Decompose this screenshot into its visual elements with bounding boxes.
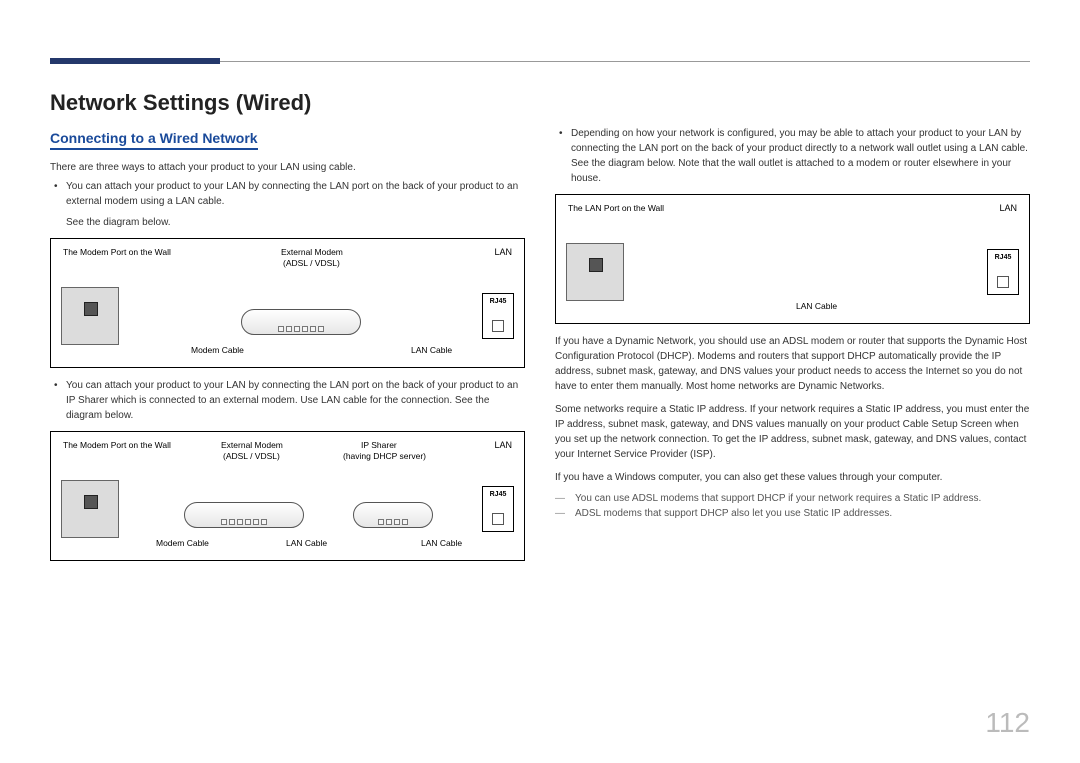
- diagram-2: The Modem Port on the Wall External Mode…: [50, 431, 525, 561]
- header-accent-bar: [50, 58, 220, 64]
- wall-plate-icon-3: [566, 243, 624, 301]
- method-list: You can attach your product to your LAN …: [50, 179, 525, 209]
- see-diagram-1: See the diagram below.: [50, 215, 525, 230]
- lan-port-icon-3: RJ45: [987, 249, 1019, 295]
- modem-icon-2: [184, 502, 304, 528]
- left-column: Network Settings (Wired) Connecting to a…: [50, 90, 525, 571]
- label-lan-2: LAN: [494, 440, 512, 450]
- label-ext-modem: External Modem: [281, 247, 343, 257]
- label-ext-modem-2: External Modem: [221, 440, 283, 450]
- label-wall-modem-2: The Modem Port on the Wall: [63, 440, 171, 450]
- ip-sharer-icon: [353, 502, 433, 528]
- wall-plate-icon-2: [61, 480, 119, 538]
- label-rj45-3: RJ45: [988, 254, 1018, 261]
- windows-paragraph: If you have a Windows computer, you can …: [555, 470, 1030, 485]
- page-title: Network Settings (Wired): [50, 90, 525, 116]
- modem-icon: [241, 309, 361, 335]
- label-lan: LAN: [494, 247, 512, 257]
- label-adsl-vdsl: (ADSL / VDSL): [283, 258, 340, 268]
- label-rj45: RJ45: [483, 298, 513, 305]
- page-number: 112: [985, 707, 1030, 739]
- label-rj45-2: RJ45: [483, 491, 513, 498]
- right-column: Depending on how your network is configu…: [555, 90, 1030, 571]
- label-ip-sharer: IP Sharer: [361, 440, 397, 450]
- label-lan-3: LAN: [999, 203, 1017, 213]
- method-2: You can attach your product to your LAN …: [66, 378, 525, 423]
- footnote-2: ADSL modems that support DHCP also let y…: [555, 508, 1030, 519]
- wall-plate-icon: [61, 287, 119, 345]
- label-modem-cable-2: Modem Cable: [156, 538, 209, 548]
- section-subtitle: Connecting to a Wired Network: [50, 130, 258, 150]
- diagram-3: The LAN Port on the Wall LAN RJ45 LAN Ca…: [555, 194, 1030, 324]
- method-list-2: You can attach your product to your LAN …: [50, 378, 525, 423]
- label-lan-cable-3: LAN Cable: [796, 301, 837, 311]
- intro-text: There are three ways to attach your prod…: [50, 160, 525, 175]
- method-3: Depending on how your network is configu…: [571, 126, 1030, 186]
- diagram-1: The Modem Port on the Wall External Mode…: [50, 238, 525, 368]
- method-1: You can attach your product to your LAN …: [66, 179, 525, 209]
- label-dhcp: (having DHCP server): [343, 451, 426, 461]
- lan-port-icon: RJ45: [482, 293, 514, 339]
- method-3-text-b: See the diagram below. Note that the wal…: [571, 158, 1011, 184]
- label-lan-cable-2b: LAN Cable: [421, 538, 462, 548]
- lan-port-icon-2: RJ45: [482, 486, 514, 532]
- label-adsl-vdsl-2: (ADSL / VDSL): [223, 451, 280, 461]
- method-list-3: Depending on how your network is configu…: [555, 126, 1030, 186]
- method-3-text: Depending on how your network is configu…: [571, 128, 1028, 154]
- label-wall-lan: The LAN Port on the Wall: [568, 203, 664, 213]
- footnote-1: You can use ADSL modems that support DHC…: [555, 493, 1030, 504]
- label-wall-modem: The Modem Port on the Wall: [63, 247, 171, 257]
- dhcp-paragraph: If you have a Dynamic Network, you shoul…: [555, 334, 1030, 394]
- header-thin-rule: [220, 61, 1030, 62]
- header-rule: [50, 58, 1030, 64]
- static-ip-paragraph: Some networks require a Static IP addres…: [555, 402, 1030, 462]
- label-lan-cable-2a: LAN Cable: [286, 538, 327, 548]
- label-modem-cable: Modem Cable: [191, 345, 244, 355]
- label-lan-cable: LAN Cable: [411, 345, 452, 355]
